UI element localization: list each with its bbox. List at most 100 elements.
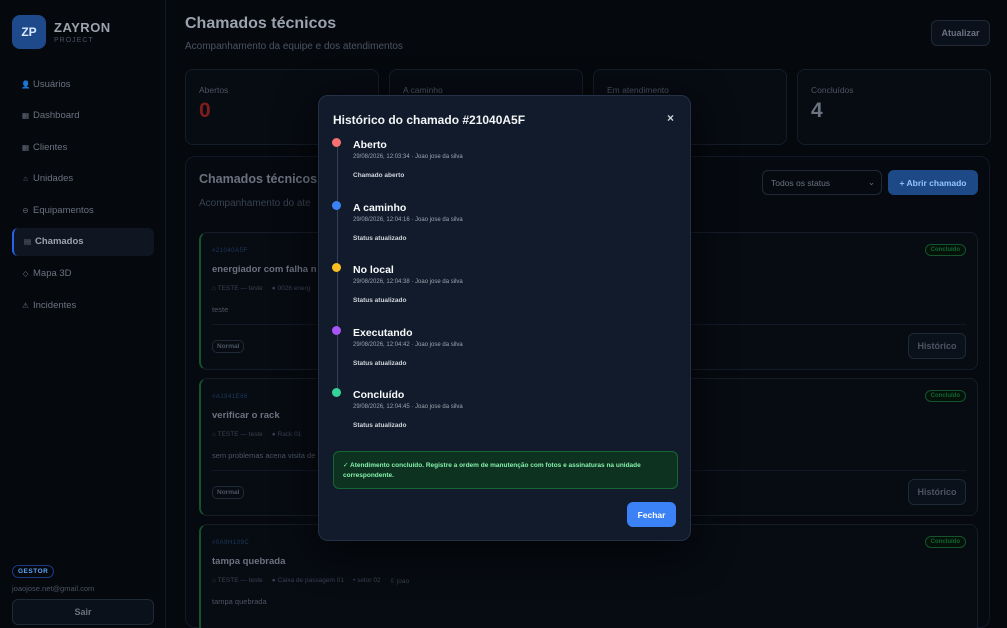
event-title: No local <box>353 264 394 276</box>
sidebar: ZP ZAYRON PROJECT 👤 Usuários ▦ Dashboard ▦ Cl… <box>0 0 166 628</box>
sidebar-item-label: Unidades <box>33 173 74 185</box>
building-icon: ▦ <box>21 142 30 152</box>
stat-value: 4 <box>811 99 823 122</box>
priority-badge: Normal <box>212 340 245 353</box>
sidebar-item-clientes[interactable]: ▦ Clientes <box>12 133 154 161</box>
ticket-meta: ⌂ TESTE — teste ● 0026 energ <box>212 285 310 292</box>
brand[interactable]: ZP ZAYRON PROJECT <box>12 15 111 49</box>
ticket-meta: ⌂ TESTE — teste ● Caixa de passagem 01 • s… <box>212 577 409 585</box>
event-meta: 29/08/2026, 12:04:38 · Joao jose da silv… <box>353 279 463 285</box>
panel-title: Chamados técnicos <box>199 172 318 186</box>
event-note: Status atualizado <box>353 234 407 242</box>
sidebar-item-equipamentos[interactable]: ⊖ Equipamentos <box>12 196 154 224</box>
sidebar-item-label: Incidentes <box>33 299 77 311</box>
ticket-title: tampa quebrada <box>212 556 286 567</box>
event-meta: 29/08/2026, 12:04:16 · Joao jose da silv… <box>353 216 463 223</box>
event-note: Status atualizado <box>353 359 407 367</box>
ticket-meta-item: ⌂ TESTE — teste <box>212 577 263 584</box>
ticket-meta-item: ⌂ TESTE — teste <box>212 431 263 438</box>
status-dot <box>332 325 341 335</box>
sidebar-nav: 👤 Usuários ▦ Dashboard ▦ Clientes ⌂ Unidades ⊖ Eq… <box>12 70 154 323</box>
status-dot <box>332 388 341 397</box>
brand-logo: ZP <box>12 15 46 49</box>
status-filter-select[interactable]: Todos os status ⌄ <box>762 170 882 195</box>
user-icon: 👤 <box>21 79 31 89</box>
status-dot <box>332 138 341 147</box>
ticket-code: #21040A5F <box>212 248 248 254</box>
ticket-meta-item: ⇩ joao <box>389 578 410 585</box>
ticket-title: energiador com falha n <box>212 264 317 275</box>
refresh-button[interactable]: Atualizar <box>931 20 990 46</box>
sidebar-item-label: Clientes <box>33 141 68 153</box>
user-email: joaojose.net@gmail.com <box>12 584 95 593</box>
history-button[interactable]: Histórico <box>908 333 966 359</box>
sidebar-item-dashboard[interactable]: ▦ Dashboard <box>12 102 154 130</box>
sidebar-item-incidentes[interactable]: ⚠ Incidentes <box>12 291 154 319</box>
modal-title: Histórico do chamado #21040A5F <box>333 113 526 127</box>
event-title: A caminho <box>353 201 407 214</box>
event-meta: 29/08/2026, 12:03:34 · Joao jose da silv… <box>353 154 463 160</box>
page-subtitle: Acompanhamento da equipe e dos atendimen… <box>185 41 403 52</box>
dashboard-icon: ▦ <box>21 111 30 121</box>
sidebar-item-unidades[interactable]: ⌂ Unidades <box>12 165 154 193</box>
brand-sub: PROJECT <box>54 37 94 44</box>
ticket-meta-item: • setor 02 <box>352 577 381 584</box>
sidebar-item-chamados[interactable]: ▤ Chamados <box>12 227 154 256</box>
open-ticket-button[interactable]: + Abrir chamado <box>888 170 978 195</box>
equipment-icon: ⊖ <box>22 205 29 215</box>
page-title: Chamados técnicos <box>185 15 337 32</box>
ticket-description: tampa quebrada <box>212 597 267 606</box>
status-dot <box>332 200 341 210</box>
panel-subtitle: Acompanhamento do ate <box>199 198 311 209</box>
sidebar-item-label: Usuários <box>33 78 71 90</box>
event-note: Chamado aberto <box>353 172 405 179</box>
priority-badge: Normal <box>212 486 245 499</box>
sidebar-footer: GESTOR joaojose.net@gmail.com Sair <box>12 560 154 625</box>
event-meta: 29/08/2026, 12:04:42 · Joao jose da silv… <box>353 341 463 348</box>
status-badge: Concluído <box>924 244 966 256</box>
close-modal-button[interactable]: Fechar <box>627 502 676 527</box>
event-note: Status atualizado <box>353 422 407 429</box>
stat-label: Concluídos <box>811 85 854 95</box>
ticket-code: #A1941E68 <box>212 394 248 400</box>
logout-button[interactable]: Sair <box>12 599 154 625</box>
status-badge: Concluído <box>924 536 966 548</box>
sidebar-item-label: Equipamentos <box>33 204 94 216</box>
status-filter-value: Todos os status <box>771 177 831 188</box>
stat-label: Abertos <box>199 85 229 95</box>
sidebar-item-mapa-3d[interactable]: ◇ Mapa 3D <box>12 260 154 288</box>
stat-label: Em atendimento <box>607 85 669 95</box>
sidebar-item-label: Dashboard <box>33 110 80 122</box>
chevron-down-icon: ⌄ <box>867 177 875 187</box>
ticket-meta-item: ● Rack 01 <box>271 431 302 438</box>
location-icon: ⌂ <box>23 174 28 184</box>
status-badge: Concluído <box>924 390 966 402</box>
event-note: Status atualizado <box>353 297 407 304</box>
sidebar-item-usuarios[interactable]: 👤 Usuários <box>12 70 154 98</box>
event-meta: 29/08/2026, 12:04:45 · Joao jose da silv… <box>353 404 463 410</box>
ticket-description: teste <box>212 305 229 314</box>
stat-card-concluidos: Concluídos 4 <box>797 69 991 145</box>
map-icon: ◇ <box>22 269 29 279</box>
ticket-meta-item: ● 0026 energ <box>271 285 311 292</box>
event-title: Aberto <box>353 139 387 151</box>
sidebar-item-label: Mapa 3D <box>33 268 72 280</box>
ticket-description: sem problemas acena visita de <box>212 451 316 460</box>
warning-icon: ⚠ <box>22 300 29 310</box>
ticket-icon: ▤ <box>23 237 32 247</box>
role-badge: GESTOR <box>12 565 55 578</box>
sidebar-item-label: Chamados <box>35 236 84 248</box>
ticket-code: #0A9H109C <box>212 540 250 546</box>
ticket-meta-item: ● Caixa de passagem 01 <box>271 577 344 584</box>
status-dot <box>332 263 341 272</box>
ticket-meta: ⌂ TESTE — teste ● Rack 01 <box>212 431 301 438</box>
event-title: Executando <box>353 326 413 339</box>
event-title: Concluído <box>353 389 405 401</box>
completion-alert: ✓ Atendimento concluído. Registre a orde… <box>333 451 678 489</box>
history-button[interactable]: Histórico <box>908 479 966 505</box>
close-icon[interactable]: × <box>667 111 674 125</box>
brand-name: ZAYRON <box>54 20 111 35</box>
ticket-meta-item: ⌂ TESTE — teste <box>212 285 263 292</box>
history-modal: Histórico do chamado #21040A5F × Aberto 2… <box>318 95 691 541</box>
stat-label: A caminho <box>403 85 443 95</box>
